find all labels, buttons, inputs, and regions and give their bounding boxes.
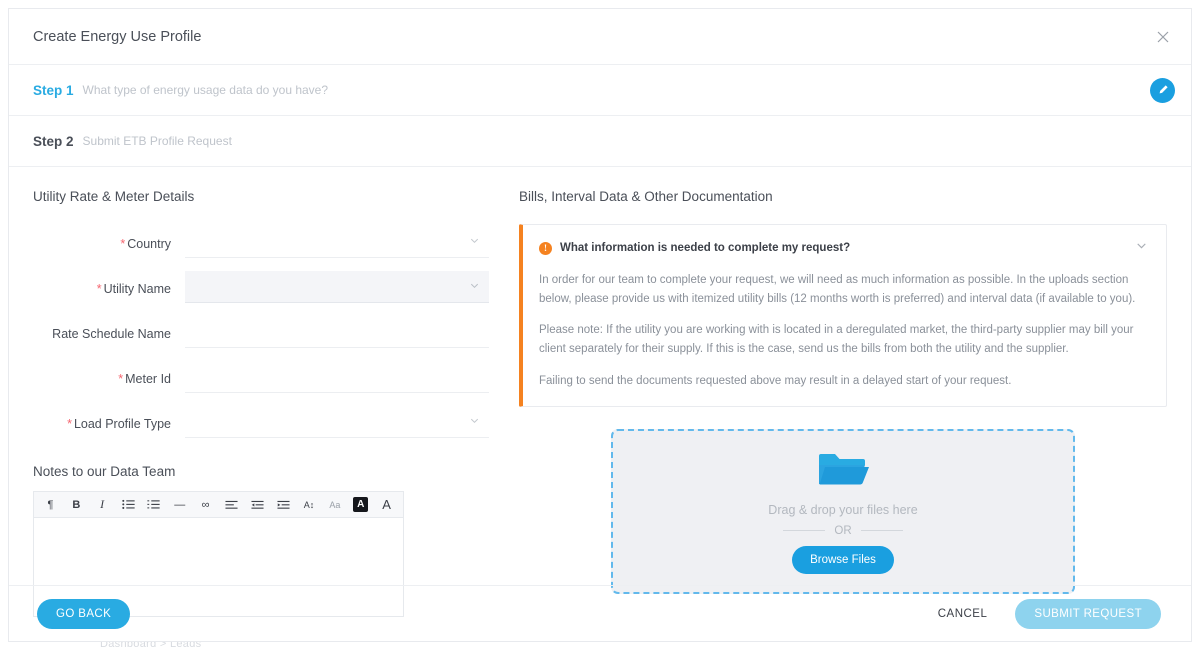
step-1-subtitle: What type of energy usage data do you ha…	[82, 83, 329, 97]
meter-id-input[interactable]	[185, 361, 489, 392]
utility-name-input[interactable]	[185, 271, 489, 302]
label-meter-id: * Meter Id	[118, 372, 171, 386]
dropzone-instruction: Drag & drop your files here	[768, 502, 918, 517]
font-size-icon[interactable]: A↕	[297, 494, 322, 516]
field-row-meter-id: * Meter Id	[33, 359, 489, 393]
required-marker: *	[120, 237, 126, 251]
indent-icon[interactable]	[271, 494, 296, 516]
label-rate-schedule-name: Rate Schedule Name	[52, 327, 171, 341]
utility-details-column: Utility Rate & Meter Details * Country *…	[33, 189, 513, 617]
page-title: Create Energy Use Profile	[33, 28, 202, 45]
modal-header: Create Energy Use Profile	[9, 9, 1191, 65]
utility-name-select[interactable]	[185, 271, 489, 303]
info-panel-header[interactable]: ! What information is needed to complete…	[539, 239, 1148, 257]
rate-schedule-name-input[interactable]	[185, 316, 489, 347]
load-profile-type-select[interactable]	[185, 406, 489, 438]
italic-icon[interactable]: I	[90, 494, 115, 516]
step-row-2[interactable]: Step 2 Submit ETB Profile Request	[9, 116, 1191, 167]
meter-id-field[interactable]	[185, 361, 489, 393]
step-2-label: Step 2	[33, 133, 74, 149]
highlight-color-icon: A	[353, 497, 369, 512]
browse-files-button[interactable]: Browse Files	[792, 545, 894, 574]
dropzone-or-divider: OR	[774, 525, 911, 537]
link-icon[interactable]: ∞	[193, 494, 218, 516]
modal-footer: GO BACK CANCEL SUBMIT REQUEST	[9, 585, 1191, 641]
editor-toolbar: ¶ B I — ∞ A↕ Aa A A	[34, 492, 403, 518]
utility-details-form: * Country * Utility Name Rate Schedule N…	[33, 224, 489, 438]
outdent-icon[interactable]	[245, 494, 270, 516]
documentation-column: Bills, Interval Data & Other Documentati…	[513, 189, 1167, 595]
required-marker: *	[118, 372, 124, 386]
text-color-icon[interactable]: A	[374, 494, 399, 516]
divider-line	[860, 530, 903, 532]
chevron-down-icon[interactable]	[1135, 239, 1148, 257]
step-row-1[interactable]: Step 1 What type of energy usage data do…	[9, 65, 1191, 116]
close-icon[interactable]	[1151, 25, 1175, 49]
rate-schedule-name-field[interactable]	[185, 316, 489, 348]
create-energy-use-profile-modal: Create Energy Use Profile Step 1 What ty…	[8, 8, 1192, 642]
numbered-list-icon[interactable]	[141, 494, 166, 516]
info-paragraph: Failing to send the documents requested …	[539, 374, 1012, 387]
text-case-icon[interactable]: Aa	[322, 494, 347, 516]
edit-pencil-icon[interactable]	[1150, 77, 1175, 103]
documentation-title: Bills, Interval Data & Other Documentati…	[519, 189, 773, 204]
highlight-color-button[interactable]: A	[348, 494, 373, 516]
load-profile-type-input[interactable]	[185, 406, 489, 437]
label-country: * Country	[120, 237, 171, 251]
info-paragraph: In order for our team to complete your r…	[539, 274, 1136, 305]
file-dropzone[interactable]: Drag & drop your files here OR Browse Fi…	[611, 429, 1075, 595]
align-left-icon[interactable]	[219, 494, 244, 516]
required-marker: *	[96, 282, 102, 296]
cancel-button[interactable]: CANCEL	[932, 607, 994, 621]
info-paragraph: Please note: If the utility you are work…	[539, 324, 1134, 355]
country-select[interactable]	[185, 226, 489, 258]
step-2-subtitle: Submit ETB Profile Request	[82, 134, 232, 148]
paragraph-icon[interactable]: ¶	[38, 494, 63, 516]
country-input[interactable]	[185, 226, 489, 257]
open-folder-icon	[817, 450, 869, 497]
divider-line	[783, 530, 826, 532]
footer-actions: CANCEL SUBMIT REQUEST	[932, 598, 1161, 629]
bold-icon[interactable]: B	[64, 494, 89, 516]
bullet-list-icon[interactable]	[116, 494, 141, 516]
go-back-button[interactable]: GO BACK	[37, 598, 131, 629]
dropzone-or-label: OR	[834, 524, 852, 537]
field-row-country: * Country	[33, 224, 489, 258]
required-marker: *	[67, 417, 72, 431]
step-1-label: Step 1	[33, 82, 74, 98]
info-icon: !	[539, 241, 552, 255]
label-load-profile-type: * Load Profile Type	[67, 417, 171, 431]
modal-body: Utility Rate & Meter Details * Country *…	[9, 167, 1191, 617]
field-row-load-profile-type: * Load Profile Type	[33, 404, 489, 438]
field-row-utility-name: * Utility Name	[33, 269, 489, 303]
field-row-rate-schedule-name: Rate Schedule Name	[33, 314, 489, 348]
horizontal-rule-icon[interactable]: —	[167, 494, 192, 516]
submit-request-button[interactable]: SUBMIT REQUEST	[1015, 598, 1161, 629]
notes-title: Notes to our Data Team	[33, 464, 176, 479]
info-panel-heading: What information is needed to complete m…	[560, 242, 851, 254]
utility-details-title: Utility Rate & Meter Details	[33, 189, 195, 204]
page-background: Dashboard > Leads Create Energy Use Prof…	[0, 0, 1200, 650]
info-panel: ! What information is needed to complete…	[519, 224, 1167, 408]
label-utility-name: * Utility Name	[96, 282, 171, 296]
